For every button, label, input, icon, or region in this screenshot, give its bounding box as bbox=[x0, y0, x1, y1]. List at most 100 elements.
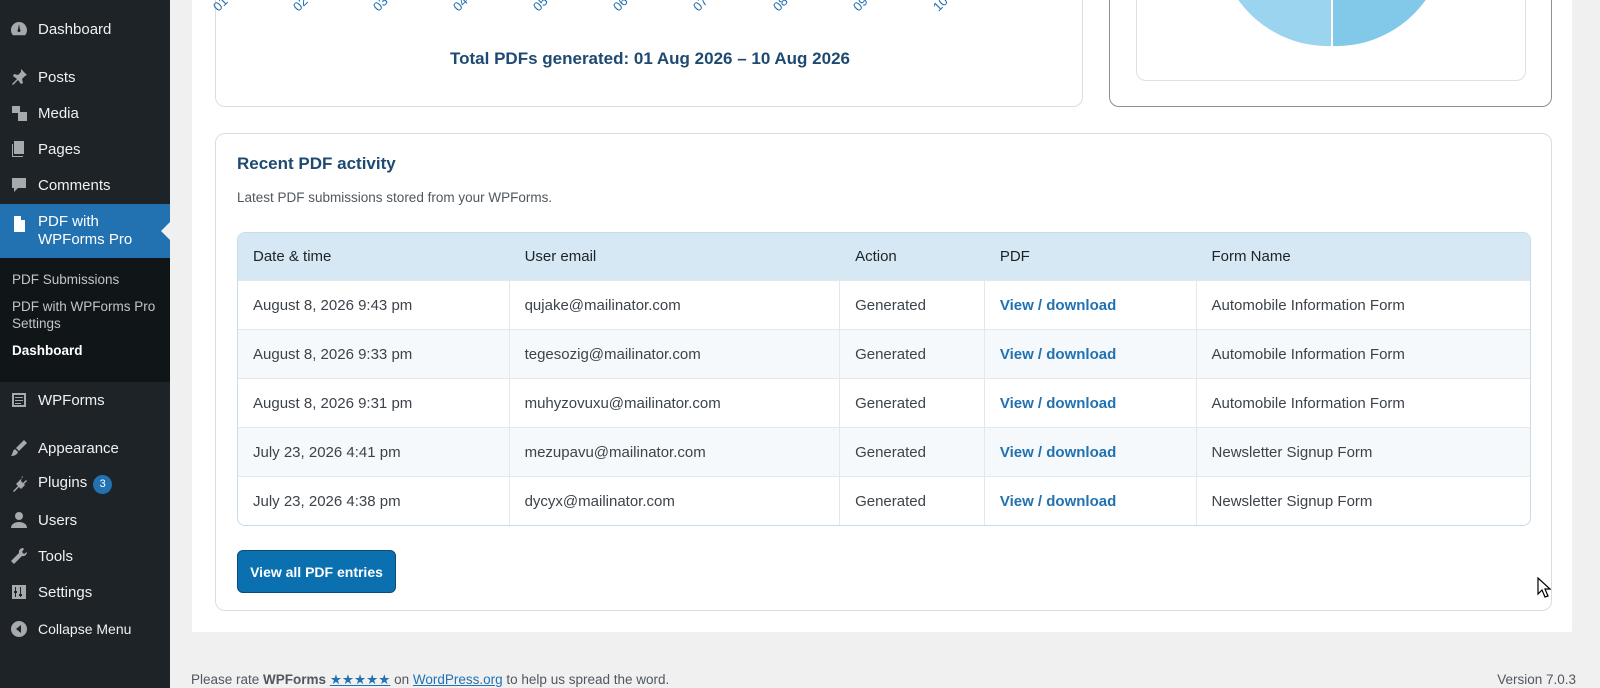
action-cell: Generated bbox=[840, 428, 985, 476]
collapse-icon bbox=[0, 619, 38, 639]
pie-slice bbox=[1238, 0, 1332, 47]
menu-pages[interactable]: Pages bbox=[0, 131, 170, 167]
recent-activity-card: Recent PDF activity Latest PDF submissio… bbox=[215, 133, 1552, 611]
view-download-link[interactable]: View / download bbox=[1000, 444, 1116, 461]
column-header: PDF bbox=[999, 248, 1030, 265]
current-indicator bbox=[161, 222, 170, 240]
submenu-pdf-settings[interactable]: PDF with WPForms Pro Settings bbox=[0, 293, 170, 337]
menu-label: Plugins 3 bbox=[38, 474, 170, 494]
rating-stars-link[interactable]: ★★★★★ bbox=[330, 672, 391, 687]
menu-wpforms[interactable]: WPForms bbox=[0, 382, 170, 418]
submenu: PDF Submissions PDF with WPForms Pro Set… bbox=[0, 258, 170, 382]
date-cell: August 8, 2026 9:43 pm bbox=[238, 281, 510, 329]
table-row: July 23, 2026 4:41 pm mezupavu@mailinato… bbox=[238, 427, 1530, 476]
menu-label: Users bbox=[38, 511, 78, 529]
view-download-link[interactable]: View / download bbox=[1000, 297, 1116, 314]
menu-label: WPForms bbox=[38, 391, 105, 409]
email-cell: dycyx@mailinator.com bbox=[510, 477, 841, 525]
menu-media[interactable]: Media bbox=[0, 95, 170, 131]
view-download-link[interactable]: View / download bbox=[1000, 493, 1116, 510]
email-cell: muhyzovuxu@mailinator.com bbox=[510, 379, 841, 427]
column-header: Date & time bbox=[253, 248, 332, 265]
section-title: Recent PDF activity bbox=[237, 154, 396, 173]
menu-label: Collapse Menu bbox=[38, 621, 132, 637]
form-name-cell: Newsletter Signup Form bbox=[1211, 492, 1373, 510]
admin-footer: Please rate WPForms ★★★★★ on WordPress.o… bbox=[191, 672, 1576, 688]
x-tick-label: 03 Aug bbox=[370, 0, 409, 14]
pie-chart-panel bbox=[1136, 0, 1526, 81]
menu-label: Tools bbox=[38, 547, 74, 565]
menu-label: Media bbox=[38, 104, 79, 122]
menu-pdf-with-wpforms-pro[interactable]: PDF with WPForms Pro bbox=[0, 204, 170, 258]
menu-users[interactable]: Users bbox=[0, 502, 170, 538]
table-row: August 8, 2026 9:43 pm qujake@mailinator… bbox=[238, 280, 1530, 329]
menu-label: Dashboard bbox=[38, 20, 112, 38]
x-tick-label: 04 Aug bbox=[450, 0, 489, 14]
pin-icon bbox=[0, 67, 38, 87]
submenu-dashboard[interactable]: Dashboard bbox=[0, 337, 170, 364]
pie-chart bbox=[1238, 0, 1426, 47]
menu-settings[interactable]: Settings bbox=[0, 574, 170, 610]
mouse-cursor-icon bbox=[1537, 577, 1552, 598]
wordpress-org-link[interactable]: WordPress.org bbox=[413, 672, 503, 687]
menu-label: Appearance bbox=[38, 439, 119, 457]
form-name-cell: Automobile Information Form bbox=[1211, 296, 1405, 314]
action-cell: Generated bbox=[840, 477, 985, 525]
x-tick-label: 09 Aug bbox=[850, 0, 889, 14]
column-header: Form Name bbox=[1211, 248, 1291, 265]
footer-text: on bbox=[390, 672, 413, 687]
settings-icon bbox=[0, 582, 38, 602]
comment-icon bbox=[0, 175, 38, 195]
x-tick-label: 10 Aug bbox=[930, 0, 969, 14]
email-cell: qujake@mailinator.com bbox=[510, 281, 841, 329]
pdf-cell: View / download bbox=[985, 330, 1197, 378]
date-cell: July 23, 2026 4:41 pm bbox=[238, 428, 510, 476]
menu-label: PDF with WPForms Pro bbox=[38, 213, 133, 248]
menu-label: Settings bbox=[38, 583, 93, 601]
admin-sidebar: Dashboard Posts Media Pages Comments PDF… bbox=[0, 0, 170, 688]
form-name-cell: Newsletter Signup Form bbox=[1211, 443, 1373, 461]
x-tick-label: 06 Aug bbox=[610, 0, 649, 14]
x-tick-label: 08 Aug bbox=[770, 0, 809, 14]
menu-posts[interactable]: Posts bbox=[0, 59, 170, 95]
form-name-cell: Automobile Information Form bbox=[1211, 345, 1405, 363]
view-all-pdf-entries-button[interactable]: View all PDF entries bbox=[237, 550, 396, 593]
menu-collapse[interactable]: Collapse Menu bbox=[0, 611, 170, 647]
date-cell: July 23, 2026 4:38 pm bbox=[238, 477, 510, 525]
pdf-cell: View / download bbox=[985, 428, 1197, 476]
menu-dashboard[interactable]: Dashboard bbox=[0, 11, 170, 47]
wpforms-icon bbox=[0, 390, 38, 410]
footer-text: Please rate bbox=[191, 672, 264, 687]
submenu-pdf-submissions[interactable]: PDF Submissions bbox=[0, 266, 170, 293]
table-row: August 8, 2026 9:31 pm muhyzovuxu@mailin… bbox=[238, 378, 1530, 427]
email-cell: tegesozig@mailinator.com bbox=[510, 330, 841, 378]
action-cell: Generated bbox=[840, 281, 985, 329]
date-cell: August 8, 2026 9:33 pm bbox=[238, 330, 510, 378]
plugin-icon bbox=[0, 474, 38, 494]
pdf-chart-card: 01 Aug 02 Aug 03 Aug 04 Aug 05 Aug 06 Aug 07 A… bbox=[210, 0, 1083, 107]
menu-label: Pages bbox=[38, 140, 81, 158]
user-icon bbox=[0, 510, 38, 530]
menu-tools[interactable]: Tools bbox=[0, 538, 170, 574]
view-download-link[interactable]: View / download bbox=[1000, 346, 1116, 363]
dashboard-icon bbox=[0, 19, 38, 39]
menu-plugins[interactable]: Plugins 3 bbox=[0, 466, 170, 502]
x-tick-label: 07 Aug bbox=[690, 0, 729, 14]
column-header: Action bbox=[855, 248, 897, 265]
pdf-cell: View / download bbox=[985, 477, 1197, 525]
menu-label: Posts bbox=[38, 68, 76, 86]
pie-chart-card bbox=[1109, 0, 1552, 107]
menu-label: Comments bbox=[38, 176, 111, 194]
menu-appearance[interactable]: Appearance bbox=[0, 430, 170, 466]
pdf-cell: View / download bbox=[985, 379, 1197, 427]
date-cell: August 8, 2026 9:31 pm bbox=[238, 379, 510, 427]
pdf-cell: View / download bbox=[985, 281, 1197, 329]
action-cell: Generated bbox=[840, 330, 985, 378]
table-header-row: Date & time User email Action PDF Form N… bbox=[238, 233, 1530, 280]
table-row: July 23, 2026 4:38 pm dycyx@mailinator.c… bbox=[238, 476, 1530, 525]
view-download-link[interactable]: View / download bbox=[1000, 395, 1116, 412]
menu-comments[interactable]: Comments bbox=[0, 167, 170, 203]
document-icon bbox=[0, 214, 38, 234]
x-tick-label: 01 Aug bbox=[210, 0, 249, 14]
column-header: User email bbox=[524, 248, 597, 265]
